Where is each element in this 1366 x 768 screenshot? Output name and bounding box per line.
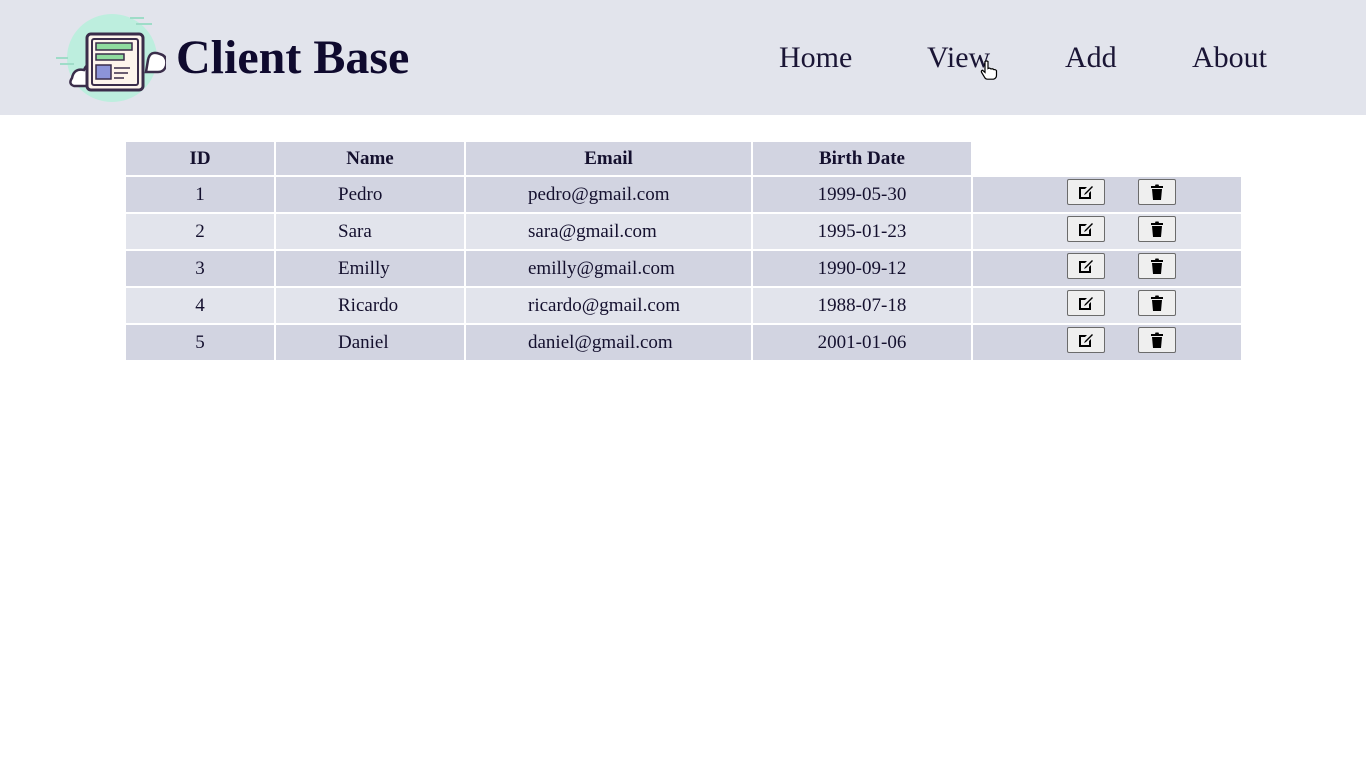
cell-id: 1 — [126, 177, 274, 212]
trash-icon — [1151, 295, 1163, 311]
table-row: 5 Daniel daniel@gmail.com 2001-01-06 — [126, 325, 1241, 360]
table-row: 1 Pedro pedro@gmail.com 1999-05-30 — [126, 177, 1241, 212]
trash-icon — [1151, 258, 1163, 274]
edit-icon — [1079, 260, 1093, 273]
cell-email: pedro@gmail.com — [466, 177, 751, 212]
delete-button[interactable] — [1138, 253, 1176, 279]
cell-actions — [973, 214, 1241, 249]
cell-email: daniel@gmail.com — [466, 325, 751, 360]
cell-id: 3 — [126, 251, 274, 286]
edit-button[interactable] — [1067, 179, 1105, 205]
trash-icon — [1151, 332, 1163, 348]
edit-icon — [1079, 297, 1093, 310]
cell-name: Sara — [276, 214, 464, 249]
main-nav: Home View Add About — [0, 38, 1366, 78]
edit-button[interactable] — [1067, 327, 1105, 353]
cell-email: ricardo@gmail.com — [466, 288, 751, 323]
cell-actions — [973, 288, 1241, 323]
column-header-actions — [973, 142, 1241, 175]
cell-name: Pedro — [276, 177, 464, 212]
cell-id: 2 — [126, 214, 274, 249]
cell-name: Ricardo — [276, 288, 464, 323]
delete-button[interactable] — [1138, 216, 1176, 242]
hand-cursor-icon — [980, 60, 998, 80]
clients-table: ID Name Email Birth Date 1 Pedro pedro@g… — [124, 140, 1243, 362]
delete-button[interactable] — [1138, 327, 1176, 353]
cell-birth-date: 1999-05-30 — [753, 177, 971, 212]
cell-name: Daniel — [276, 325, 464, 360]
column-header-name: Name — [276, 142, 464, 175]
cell-id: 4 — [126, 288, 274, 323]
cell-birth-date: 1995-01-23 — [753, 214, 971, 249]
cell-birth-date: 1990-09-12 — [753, 251, 971, 286]
edit-icon — [1079, 223, 1093, 236]
edit-icon — [1079, 186, 1093, 199]
cell-actions — [973, 325, 1241, 360]
nav-add-link[interactable]: Add — [1065, 38, 1117, 78]
cell-birth-date: 2001-01-06 — [753, 325, 971, 360]
cell-actions — [973, 251, 1241, 286]
edit-icon — [1079, 334, 1093, 347]
edit-button[interactable] — [1067, 216, 1105, 242]
delete-button[interactable] — [1138, 179, 1176, 205]
trash-icon — [1151, 184, 1163, 200]
table-header-row: ID Name Email Birth Date — [126, 142, 1241, 175]
table-row: 4 Ricardo ricardo@gmail.com 1988-07-18 — [126, 288, 1241, 323]
trash-icon — [1151, 221, 1163, 237]
site-header: Client Base Home View Add About — [0, 0, 1366, 115]
cell-birth-date: 1988-07-18 — [753, 288, 971, 323]
cell-name: Emilly — [276, 251, 464, 286]
column-header-birth-date: Birth Date — [753, 142, 971, 175]
column-header-email: Email — [466, 142, 751, 175]
column-header-id: ID — [126, 142, 274, 175]
nav-about-link[interactable]: About — [1192, 38, 1267, 78]
cell-email: sara@gmail.com — [466, 214, 751, 249]
nav-home-link[interactable]: Home — [779, 38, 852, 78]
cell-email: emilly@gmail.com — [466, 251, 751, 286]
delete-button[interactable] — [1138, 290, 1176, 316]
cell-id: 5 — [126, 325, 274, 360]
table-row: 2 Sara sara@gmail.com 1995-01-23 — [126, 214, 1241, 249]
table-row: 3 Emilly emilly@gmail.com 1990-09-12 — [126, 251, 1241, 286]
edit-button[interactable] — [1067, 290, 1105, 316]
edit-button[interactable] — [1067, 253, 1105, 279]
cell-actions — [973, 177, 1241, 212]
